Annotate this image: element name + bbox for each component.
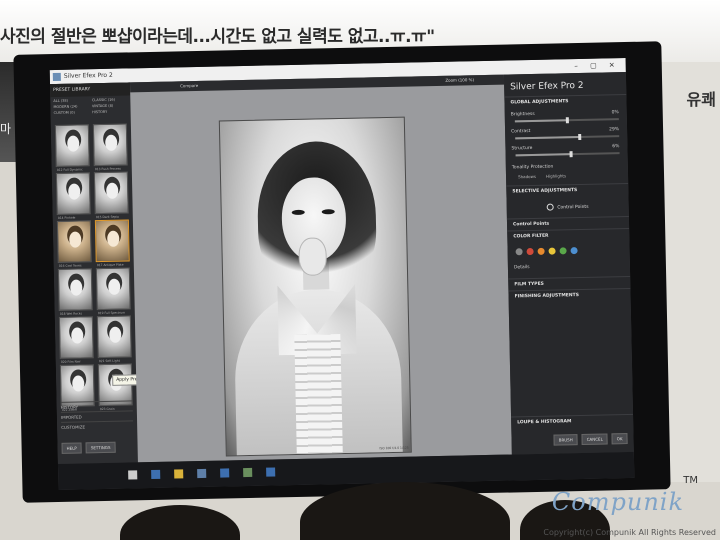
finishing-adjustments-section[interactable]: FINISHING ADJUSTMENTS — [508, 287, 631, 303]
preset-thumbnail[interactable]: 021 Soft Light — [96, 315, 132, 363]
preset-thumbnail[interactable]: 013 Push Process — [92, 123, 128, 171]
contrast-label: Contrast — [511, 129, 531, 135]
preset-thumbnail[interactable]: 018 Wet Rocks — [57, 268, 93, 316]
left-panel-buttons: HELP SETTINGS — [61, 441, 116, 454]
zoom-selector[interactable]: Zoom (100 %) — [445, 75, 474, 86]
filter-swatch-yellow[interactable] — [548, 247, 556, 255]
monitor: Silver Efex Pro 2 – ▢ ✕ PRESET LIBRARY A… — [13, 41, 671, 503]
control-point-label: Control Points — [557, 204, 589, 211]
preset-caption: 018 Wet Rocks — [59, 311, 83, 316]
audience-head — [120, 505, 240, 540]
right-wall-text: 유쾌 — [686, 90, 716, 109]
structure-slider[interactable] — [515, 151, 620, 158]
filter-swatch-neutral[interactable] — [515, 248, 523, 256]
app-icon-2[interactable] — [243, 467, 253, 478]
preset-thumbnail[interactable]: 016 Cool Tones — [56, 220, 92, 268]
category-modern[interactable]: MODERN (24) — [53, 104, 89, 110]
banner-headline: 사진의 절반은 뽀샵이라는데...시간도 없고 실력도 없고..ㅠ.ㅠ" — [0, 27, 435, 47]
color-filter-swatches — [507, 240, 629, 262]
preset-caption: 012 Full Dynamic — [56, 167, 83, 172]
preset-categories: ALL (38) CLASSIC (16) MODERN (24) VINTAG… — [50, 95, 130, 117]
watermark-tm: TM — [683, 475, 698, 486]
control-point-icon — [546, 203, 554, 211]
compare-button[interactable]: Compare — [180, 83, 198, 88]
category-all[interactable]: ALL (38) — [53, 98, 89, 103]
selective-adjustments-section[interactable]: SELECTIVE ADJUSTMENTS — [506, 182, 629, 198]
preset-thumbnail[interactable]: 014 Pinhole — [55, 172, 91, 220]
window-title: Silver Efex Pro 2 — [63, 71, 113, 80]
preset-caption: 019 Full Spectrum — [97, 310, 126, 316]
structure-control[interactable]: Structure 6% — [505, 140, 627, 160]
brush-button[interactable]: BRUSH — [553, 434, 578, 446]
task-view-icon[interactable] — [128, 470, 138, 480]
image-canvas[interactable]: Compare Zoom (100 %) ISO 100 f/4.0 1/125 — [129, 74, 512, 463]
right-wall — [662, 62, 720, 482]
preset-panel-footer: HISTORY IMPORTED CUSTOMIZE — [57, 398, 138, 434]
contrast-value: 29% — [609, 127, 620, 133]
preset-caption: 014 Pinhole — [57, 215, 76, 220]
adjustments-panel: Silver Efex Pro 2 GLOBAL ADJUSTMENTS Bri… — [503, 72, 634, 455]
preset-caption: 020 Film Noir — [60, 359, 81, 364]
filter-swatch-blue[interactable] — [570, 247, 578, 255]
photo-info: ISO 100 f/4.0 1/125 — [379, 445, 409, 451]
preset-thumbnail[interactable]: 012 Full Dynamic — [54, 124, 90, 172]
highlights-option[interactable]: Highlights — [546, 173, 566, 178]
cancel-button[interactable]: CANCEL — [581, 433, 608, 446]
panel-title: Silver Efex Pro 2 — [510, 80, 584, 93]
brightness-slider[interactable] — [514, 117, 619, 124]
preset-library-panel: PRESET LIBRARY ALL (38) CLASSIC (16) MOD… — [50, 82, 138, 464]
edge-icon[interactable] — [151, 469, 161, 480]
add-control-point-button[interactable]: Control Points — [538, 200, 598, 214]
preset-caption: 017 Antique Plate — [96, 262, 124, 268]
structure-label: Structure — [511, 145, 533, 152]
file-explorer-icon[interactable] — [174, 469, 184, 479]
preset-caption: 016 Cool Tones — [58, 263, 82, 268]
preset-thumbnails: 012 Full Dynamic 013 Push Process 014 Pi… — [51, 115, 137, 412]
category-vintage[interactable]: VINTAGE (8) — [92, 103, 128, 108]
structure-value: 6% — [612, 144, 620, 150]
preset-thumbnail[interactable]: 015 Dark Sepia — [93, 171, 129, 219]
store-icon[interactable] — [197, 468, 207, 479]
filter-swatch-green[interactable] — [559, 247, 567, 255]
contrast-slider[interactable] — [515, 133, 620, 141]
window-controls[interactable]: – ▢ ✕ — [574, 58, 620, 73]
photoshop-icon[interactable] — [220, 468, 230, 478]
filter-swatch-orange[interactable] — [537, 247, 545, 255]
help-button[interactable]: HELP — [61, 442, 82, 454]
preset-thumbnail[interactable]: 019 Full Spectrum — [95, 267, 131, 315]
preset-caption: 015 Dark Sepia — [95, 214, 119, 220]
taskbar-icons — [128, 467, 276, 480]
screen: Silver Efex Pro 2 – ▢ ✕ PRESET LIBRARY A… — [49, 58, 635, 490]
ok-button[interactable]: OK — [611, 433, 628, 445]
details-toggle[interactable]: Details — [508, 259, 630, 279]
category-history[interactable]: HISTORY — [92, 109, 128, 114]
filter-swatch-red[interactable] — [526, 247, 534, 256]
preset-caption: 021 Soft Light — [98, 358, 120, 364]
settings-button[interactable]: SETTINGS — [85, 441, 116, 454]
category-custom[interactable]: CUSTOM (0) — [54, 110, 90, 115]
preset-thumbnail-selected[interactable]: 017 Antique Plate — [94, 219, 130, 267]
preset-caption: 013 Push Process — [94, 166, 121, 172]
preset-thumbnail[interactable]: 020 Film Noir — [58, 316, 94, 364]
brightness-value: 0% — [611, 110, 619, 116]
brightness-label: Brightness — [510, 111, 535, 118]
loupe-histogram-toggle[interactable]: LOUPE & HISTOGRAM — [511, 413, 634, 429]
app-icon-3[interactable] — [266, 467, 276, 477]
watermark-copyright: Copyright(c) Compunik All Rights Reserve… — [543, 528, 716, 537]
watermark-logo: Compunik — [551, 488, 684, 516]
loupe-histogram-section: LOUPE & HISTOGRAM — [511, 413, 634, 429]
category-classic[interactable]: CLASSIC (16) — [92, 97, 128, 102]
app-icon — [52, 72, 61, 82]
shadows-option[interactable]: Shadows — [518, 174, 536, 179]
portrait-photo: ISO 100 f/4.0 1/125 — [218, 116, 412, 457]
side-poster-text: 마 — [0, 122, 12, 136]
dialog-buttons: BRUSH CANCEL OK — [553, 433, 628, 446]
customize-item[interactable]: CUSTOMIZE — [61, 420, 134, 432]
